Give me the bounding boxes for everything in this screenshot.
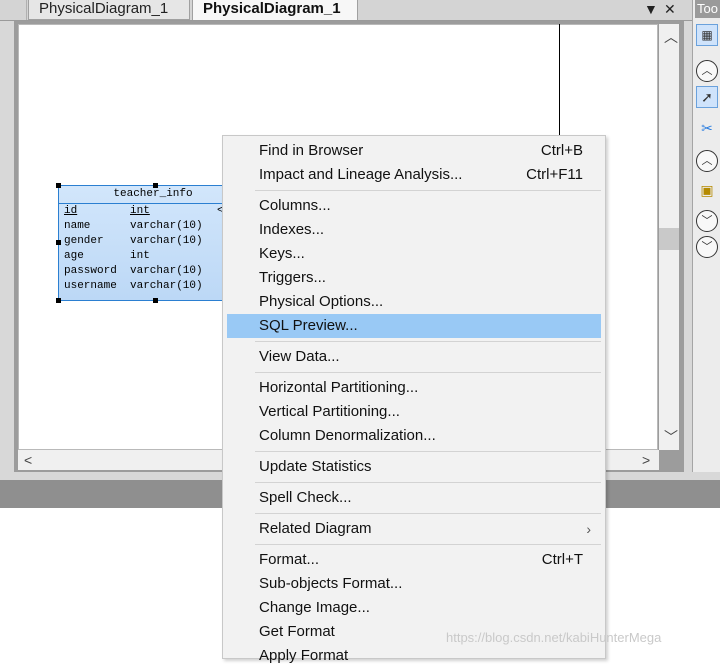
scroll-up-icon[interactable]: ︿ bbox=[664, 30, 678, 44]
entity-column-row[interactable]: name varchar(10) bbox=[59, 219, 247, 234]
selection-handle[interactable] bbox=[153, 183, 158, 188]
pointer-icon[interactable]: ➚ bbox=[696, 86, 718, 108]
column-type: varchar(10) bbox=[130, 280, 203, 292]
column-type: varchar(10) bbox=[130, 220, 203, 232]
expand-down-icon[interactable]: ﹀ bbox=[696, 210, 718, 232]
reference-line bbox=[559, 24, 560, 136]
column-type: varchar(10) bbox=[130, 235, 203, 247]
menu-separator bbox=[255, 451, 601, 452]
table-tool-icon[interactable]: ▣ bbox=[696, 180, 718, 202]
menu-item-view-data[interactable]: View Data... bbox=[227, 345, 601, 369]
menu-item-change-image[interactable]: Change Image... bbox=[227, 596, 601, 620]
menu-item-update-statistics[interactable]: Update Statistics bbox=[227, 455, 601, 479]
scroll-right-icon[interactable]: > bbox=[642, 453, 650, 467]
tab-list-dropdown-icon[interactable]: ▼ bbox=[644, 0, 658, 18]
selection-handle[interactable] bbox=[56, 298, 61, 303]
menu-separator bbox=[255, 513, 601, 514]
entity-column-row[interactable]: username varchar(10) bbox=[59, 279, 247, 294]
selection-handle[interactable] bbox=[153, 298, 158, 303]
menu-item-spell-check[interactable]: Spell Check... bbox=[227, 486, 601, 510]
menu-separator bbox=[255, 190, 601, 191]
menu-item-keys[interactable]: Keys... bbox=[227, 242, 601, 266]
collapse-up-icon-2[interactable]: ︿ bbox=[696, 150, 718, 172]
column-name: username bbox=[64, 280, 117, 292]
entity-column-row[interactable]: password varchar(10) bbox=[59, 264, 247, 279]
menu-item-column-denormalization[interactable]: Column Denormalization... bbox=[227, 424, 601, 448]
tab-physical-diagram-1[interactable]: PhysicalDiagram_1 bbox=[28, 0, 190, 20]
menu-item-indexes[interactable]: Indexes... bbox=[227, 218, 601, 242]
menu-item-sql-preview[interactable]: SQL Preview... bbox=[227, 314, 601, 338]
menu-item-related-diagram[interactable]: Related Diagram › bbox=[227, 517, 601, 541]
column-type: int bbox=[130, 205, 150, 217]
menu-item-subobjects-format[interactable]: Sub-objects Format... bbox=[227, 572, 601, 596]
grid-icon[interactable]: ▦ bbox=[696, 24, 718, 46]
column-name: password bbox=[64, 265, 117, 277]
scroll-down-icon[interactable]: ﹀ bbox=[664, 430, 678, 444]
column-name: name bbox=[64, 220, 91, 232]
collapse-up-icon[interactable]: ︿ bbox=[696, 60, 718, 82]
column-type: varchar(10) bbox=[130, 265, 203, 277]
column-name: age bbox=[64, 250, 84, 262]
menu-item-impact-lineage[interactable]: Impact and Lineage Analysis... Ctrl+F11 bbox=[227, 163, 601, 187]
vertical-scrollbar[interactable]: ︿ ﹀ bbox=[659, 24, 679, 450]
tab-scroll-area bbox=[0, 0, 27, 20]
entity-column-row[interactable]: id int < bbox=[59, 204, 247, 219]
menu-separator bbox=[255, 544, 601, 545]
menu-item-vertical-partitioning[interactable]: Vertical Partitioning... bbox=[227, 400, 601, 424]
toolbox-panel: Too ▦ ︿ ➚ ✂ ︿ ▣ ﹀ ﹀ bbox=[692, 0, 720, 472]
menu-item-find-in-browser[interactable]: Find in Browser Ctrl+B bbox=[227, 139, 601, 163]
submenu-arrow-icon: › bbox=[586, 521, 591, 537]
entity-column-row[interactable]: gender varchar(10) bbox=[59, 234, 247, 249]
context-menu: Find in Browser Ctrl+B Impact and Lineag… bbox=[222, 135, 606, 664]
table-entity-teacher-info[interactable]: teacher_info id int < name varchar(10) gender… bbox=[58, 185, 248, 301]
menu-item-columns[interactable]: Columns... bbox=[227, 194, 601, 218]
column-type: int bbox=[130, 250, 150, 262]
menu-separator bbox=[255, 372, 601, 373]
menu-item-apply-format[interactable]: Apply Format bbox=[227, 644, 601, 668]
scissors-icon[interactable]: ✂ bbox=[696, 118, 718, 140]
toolbox-title: Too bbox=[695, 0, 720, 18]
menu-item-physical-options[interactable]: Physical Options... bbox=[227, 290, 601, 314]
expand-down-icon-2[interactable]: ﹀ bbox=[696, 236, 718, 258]
close-tab-icon[interactable]: ✕ bbox=[664, 0, 676, 18]
selection-handle[interactable] bbox=[56, 240, 61, 245]
scroll-thumb[interactable] bbox=[659, 228, 679, 250]
entity-column-row[interactable]: age int bbox=[59, 249, 247, 264]
entity-title: teacher_info bbox=[59, 186, 247, 204]
menu-separator bbox=[255, 482, 601, 483]
watermark: https://blog.csdn.net/kabiHunterMega bbox=[446, 630, 662, 645]
selection-handle[interactable] bbox=[56, 183, 61, 188]
tab-physical-diagram-1-active[interactable]: PhysicalDiagram_1 bbox=[192, 0, 358, 20]
menu-item-horizontal-partitioning[interactable]: Horizontal Partitioning... bbox=[227, 376, 601, 400]
tab-bar: PhysicalDiagram_1 PhysicalDiagram_1 ▼ ✕ bbox=[0, 0, 692, 21]
scroll-left-icon[interactable]: < bbox=[24, 453, 32, 467]
menu-separator bbox=[255, 341, 601, 342]
column-name: id bbox=[64, 205, 78, 217]
column-name: gender bbox=[64, 235, 104, 247]
menu-item-format[interactable]: Format... Ctrl+T bbox=[227, 548, 601, 572]
menu-item-triggers[interactable]: Triggers... bbox=[227, 266, 601, 290]
